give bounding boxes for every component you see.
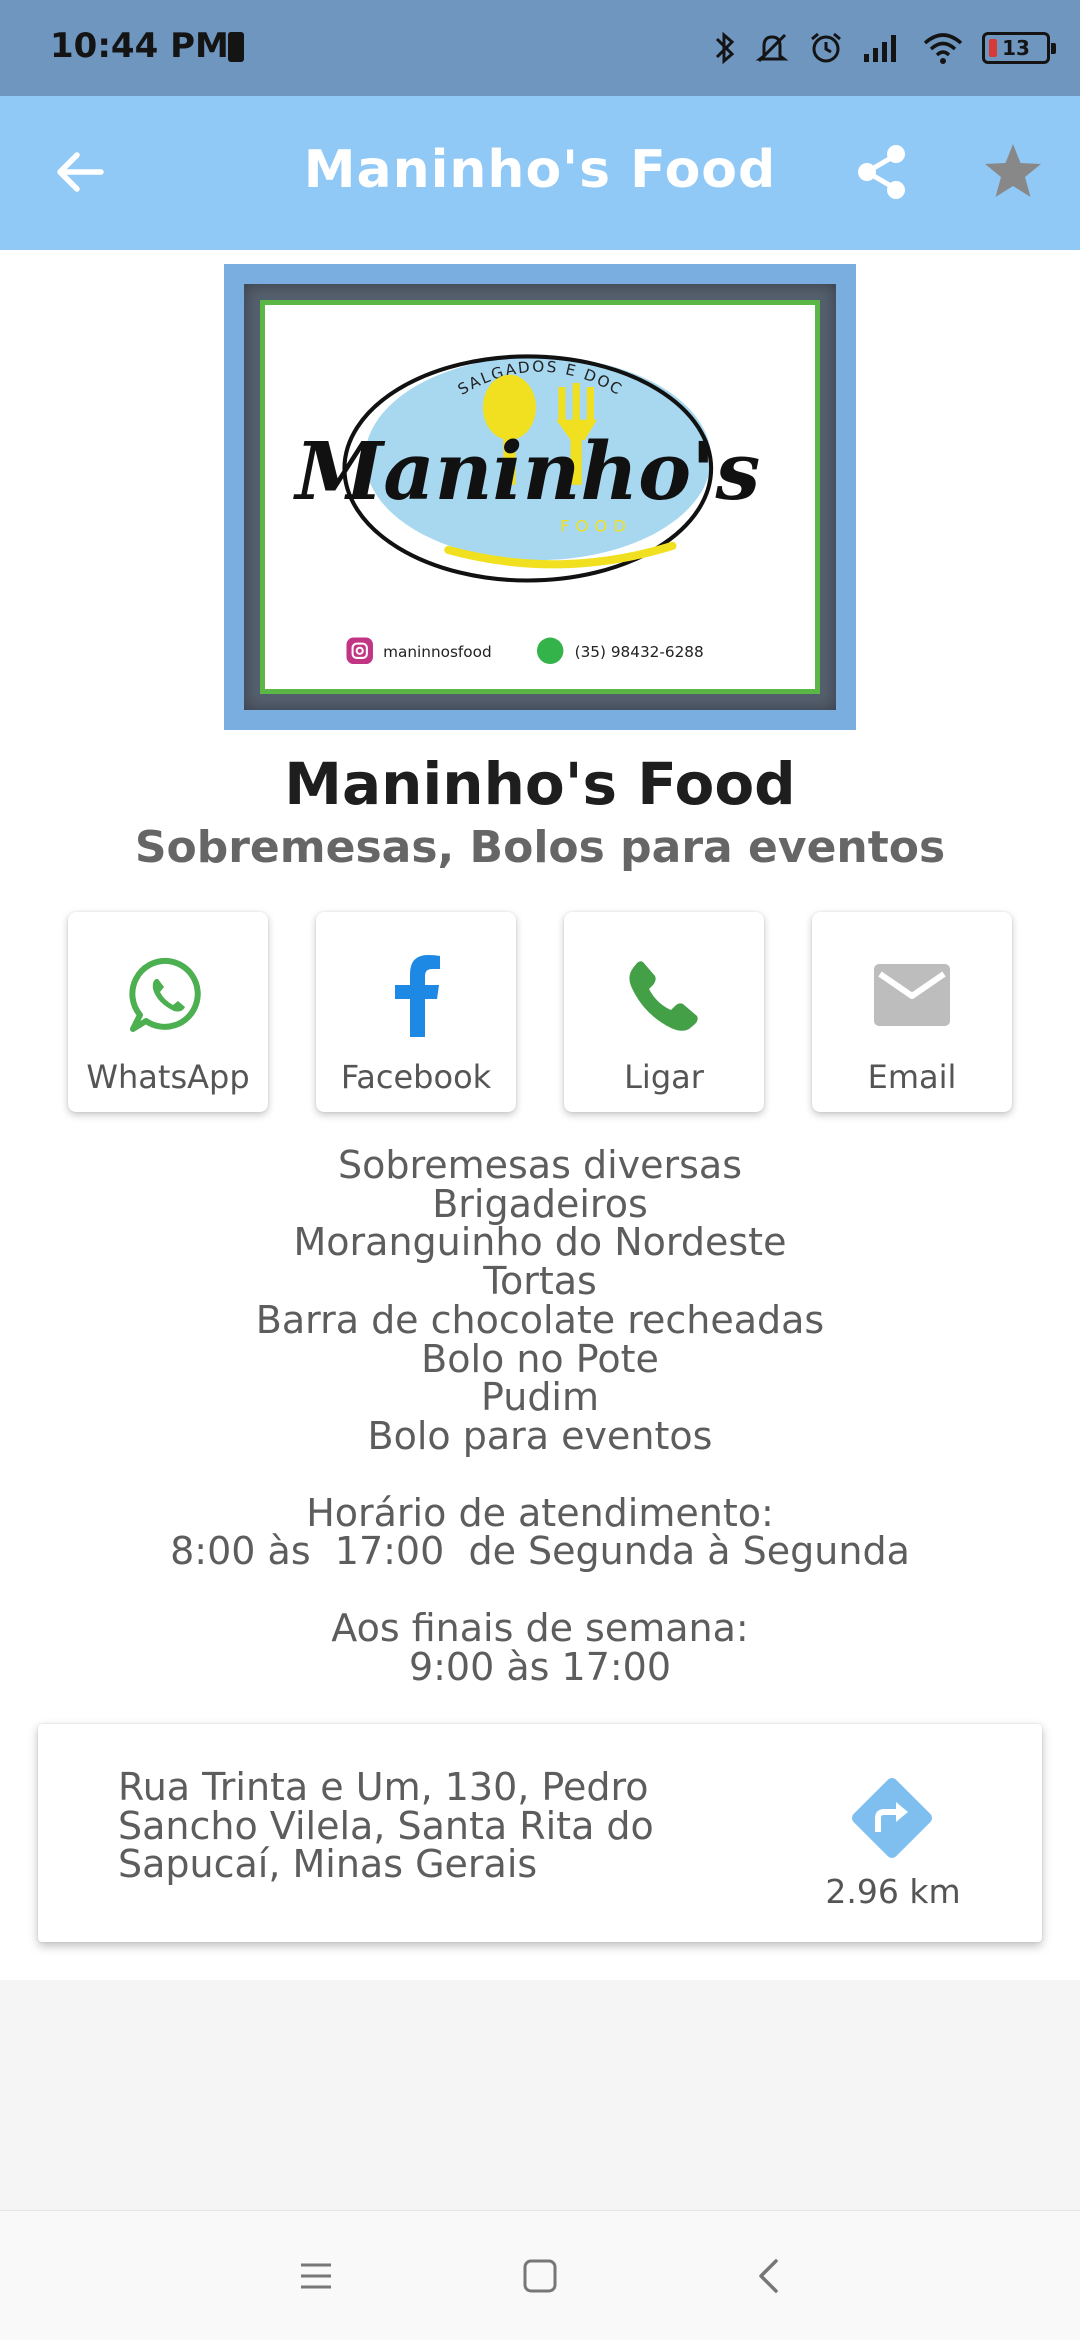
star-icon	[985, 144, 1041, 197]
description-item: Bolo para eventos	[367, 1413, 713, 1458]
app-bar: Maninho's Food	[0, 96, 1080, 250]
description-item: Bolo no Pote	[421, 1336, 659, 1381]
phone-icon	[629, 961, 698, 1031]
status-bar: 10:44 PM 13	[0, 0, 1080, 96]
whatsapp-button[interactable]: WhatsApp	[68, 912, 268, 1112]
bluetooth-icon	[715, 31, 735, 65]
description-item: Barra de chocolate recheadas	[255, 1297, 825, 1342]
email-label: Email	[867, 1058, 957, 1096]
back-nav-button[interactable]	[738, 2251, 798, 2301]
business-subtitle: Sobremesas, Bolos para eventos	[134, 822, 946, 873]
wifi-icon	[923, 33, 963, 64]
address-line: Rua Trinta e Um, 130, Pedro	[118, 1765, 649, 1809]
description-item: Pudim	[480, 1375, 600, 1420]
weekend-title: Aos finais de semana:	[331, 1606, 749, 1651]
call-button[interactable]: Ligar	[564, 912, 764, 1112]
contact-buttons: WhatsApp Facebook Ligar Email	[68, 912, 1012, 1112]
alarm-icon	[811, 32, 841, 63]
home-nav-button[interactable]	[510, 2251, 570, 2301]
menu-nav-button[interactable]	[286, 2251, 346, 2301]
status-time: 10:44 PM	[50, 26, 229, 66]
logo-brand-sub: FOOD	[560, 517, 632, 536]
address-card[interactable]: Rua Trinta e Um, 130, Pedro Sancho Vilel…	[38, 1724, 1042, 1942]
menu-icon	[301, 2263, 331, 2289]
logo-instagram: maninnosfood	[383, 643, 492, 661]
business-name: Maninho's Food	[284, 750, 796, 818]
favorite-button[interactable]	[980, 138, 1046, 204]
chevron-left-icon	[759, 2259, 778, 2293]
call-label: Ligar	[624, 1058, 704, 1096]
home-square-icon	[523, 2259, 557, 2293]
address-line: Sapucaí, Minas Gerais	[118, 1842, 538, 1886]
system-nav-bar	[0, 2210, 1080, 2340]
email-icon	[874, 964, 950, 1026]
facebook-icon	[395, 955, 440, 1037]
battery-level: 13	[1002, 36, 1030, 60]
battery-icon: 13	[982, 32, 1056, 64]
status-icons: 13	[714, 22, 1056, 74]
share-icon	[858, 145, 905, 199]
mute-icon	[755, 33, 789, 63]
distance: 2.96 km	[825, 1872, 961, 1911]
description-item: Brigadeiros	[432, 1181, 648, 1226]
address-line: Sancho Vilela, Santa Rita do	[118, 1803, 654, 1848]
signal-icon	[864, 35, 896, 62]
facebook-label: Facebook	[340, 1058, 492, 1096]
hours-title: Horário de atendimento:	[306, 1490, 774, 1535]
business-description: Sobremesas diversas Brigadeiros Morangui…	[0, 1146, 1080, 1686]
hours-text: 8:00 às 17:00 de Segunda à Segunda	[170, 1529, 910, 1574]
directions-icon[interactable]	[846, 1772, 938, 1864]
weekend-hours: 9:00 às 17:00	[408, 1644, 672, 1689]
content: SALGADOS E DOCES Maninho's FOOD	[0, 250, 1080, 1980]
whatsapp-icon	[129, 957, 201, 1032]
business-logo: SALGADOS E DOCES Maninho's FOOD	[224, 264, 856, 730]
logo-graphic: SALGADOS E DOCES Maninho's FOOD	[265, 305, 760, 665]
app-title: Maninho's Food	[303, 140, 777, 200]
description-item: Moranguinho do Nordeste	[293, 1220, 787, 1265]
facebook-button[interactable]: Facebook	[316, 912, 516, 1112]
logo-phone: (35) 98432-6288	[575, 643, 704, 661]
share-button[interactable]	[850, 140, 914, 204]
battery-saver-icon	[228, 32, 244, 62]
email-button[interactable]: Email	[812, 912, 1012, 1112]
logo-image: SALGADOS E DOCES Maninho's FOOD	[260, 300, 820, 694]
whatsapp-label: WhatsApp	[86, 1058, 250, 1096]
description-item: Tortas	[483, 1259, 597, 1304]
description-item: Sobremesas diversas	[337, 1143, 743, 1187]
address-text: Rua Trinta e Um, 130, Pedro Sancho Vilel…	[118, 1768, 738, 1884]
logo-brand: Maninho's	[292, 424, 760, 518]
